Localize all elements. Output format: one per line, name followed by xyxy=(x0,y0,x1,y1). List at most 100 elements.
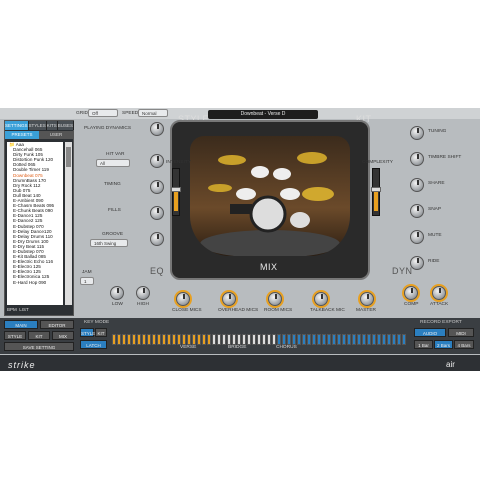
tab-kits[interactable]: KITS xyxy=(46,121,58,130)
key-style-button[interactable]: STYLE xyxy=(80,328,95,337)
key-cell[interactable] xyxy=(252,334,256,345)
key-cell[interactable] xyxy=(117,334,121,345)
key-cell[interactable] xyxy=(307,334,311,345)
key-cell[interactable] xyxy=(392,334,396,345)
mix-button[interactable]: MIX xyxy=(52,331,74,340)
grid-select[interactable]: Off xyxy=(88,109,118,117)
tom-2[interactable] xyxy=(273,168,291,180)
speed-select[interactable]: Normal xyxy=(138,109,168,117)
key-cell[interactable] xyxy=(217,334,221,345)
playing-dynamics-knob[interactable] xyxy=(150,122,164,136)
key-cell[interactable] xyxy=(152,334,156,345)
pad[interactable] xyxy=(230,204,252,214)
intensity-fader[interactable] xyxy=(171,168,181,216)
key-cell[interactable] xyxy=(132,334,136,345)
bpm-toggle[interactable]: BPM xyxy=(7,307,17,312)
style-list[interactable]: 📁 Aaa Dancehall 065 Dirty Funk 105 Distort… xyxy=(7,142,63,305)
key-cell[interactable] xyxy=(187,334,191,345)
latch-button[interactable]: LATCH xyxy=(80,340,107,349)
eq-high-knob[interactable] xyxy=(136,286,150,300)
key-cell[interactable] xyxy=(352,334,356,345)
key-cell[interactable] xyxy=(362,334,366,345)
key-cell[interactable] xyxy=(162,334,166,345)
mix-knob[interactable] xyxy=(222,292,236,306)
key-cell[interactable] xyxy=(182,334,186,345)
dyn-comp-knob[interactable] xyxy=(404,286,418,300)
key-cell[interactable] xyxy=(127,334,131,345)
right-control-knob[interactable] xyxy=(410,178,424,192)
key-cell[interactable] xyxy=(337,334,341,345)
midi-button[interactable]: MIDI xyxy=(448,328,474,337)
key-cell[interactable] xyxy=(292,334,296,345)
main-button[interactable]: MAIN xyxy=(4,320,38,329)
right-control-knob[interactable] xyxy=(410,230,424,244)
key-cell[interactable] xyxy=(267,334,271,345)
key-cell[interactable] xyxy=(112,334,116,345)
hit-var-knob[interactable] xyxy=(150,154,164,168)
dyn-attack-knob[interactable] xyxy=(432,286,446,300)
scroll-thumb[interactable] xyxy=(66,147,71,167)
key-kit-button[interactable]: KIT xyxy=(95,328,107,337)
list-scrollbar[interactable] xyxy=(65,142,72,305)
ride-cymbal[interactable] xyxy=(302,187,334,201)
right-control-knob[interactable] xyxy=(410,152,424,166)
key-cell[interactable] xyxy=(262,334,266,345)
key-cell[interactable] xyxy=(387,334,391,345)
groove-select[interactable]: 16th Swing xyxy=(90,239,128,247)
key-cell[interactable] xyxy=(377,334,381,345)
eq-low-knob[interactable] xyxy=(110,286,124,300)
key-cell[interactable] xyxy=(222,334,226,345)
key-cell[interactable] xyxy=(257,334,261,345)
key-cell[interactable] xyxy=(167,334,171,345)
key-cell[interactable] xyxy=(397,334,401,345)
key-cell[interactable] xyxy=(282,334,286,345)
preset-title[interactable]: Downbeat - Verse D xyxy=(208,110,318,119)
key-cell[interactable] xyxy=(367,334,371,345)
right-control-knob[interactable] xyxy=(410,204,424,218)
key-cell[interactable] xyxy=(147,334,151,345)
tab-presets[interactable]: PRESETS xyxy=(5,131,39,139)
key-cell[interactable] xyxy=(137,334,141,345)
key-cell[interactable] xyxy=(157,334,161,345)
key-cell[interactable] xyxy=(332,334,336,345)
tab-settings[interactable]: SETTINGS xyxy=(5,121,29,130)
key-cell[interactable] xyxy=(372,334,376,345)
timing-knob[interactable] xyxy=(150,180,164,194)
bar-1-button[interactable]: 1 Bar xyxy=(414,340,433,349)
key-cell[interactable] xyxy=(302,334,306,345)
jam-select[interactable]: 1 xyxy=(80,277,94,285)
key-cell[interactable] xyxy=(227,334,231,345)
groove-knob[interactable] xyxy=(150,232,164,246)
mix-knob[interactable] xyxy=(360,292,374,306)
key-cell[interactable] xyxy=(347,334,351,345)
key-cell[interactable] xyxy=(317,334,321,345)
tab-user[interactable]: USER xyxy=(39,131,73,139)
key-cell[interactable] xyxy=(312,334,316,345)
bar-2-button[interactable]: 2 Bars xyxy=(434,340,453,349)
mix-knob[interactable] xyxy=(268,292,282,306)
key-cell[interactable] xyxy=(232,334,236,345)
key-cell[interactable] xyxy=(122,334,126,345)
key-cell[interactable] xyxy=(142,334,146,345)
key-pattern-strip[interactable] xyxy=(112,320,410,352)
save-setting-button[interactable]: SAVE SETTING xyxy=(4,342,74,351)
key-cell[interactable] xyxy=(382,334,386,345)
key-cell[interactable] xyxy=(192,334,196,345)
key-cell[interactable] xyxy=(237,334,241,345)
tab-styles[interactable]: STYLES xyxy=(28,121,47,130)
key-cell[interactable] xyxy=(357,334,361,345)
list-toggle[interactable]: LIST xyxy=(19,307,29,312)
key-cell[interactable] xyxy=(402,334,406,345)
key-cell[interactable] xyxy=(207,334,211,345)
mix-knob[interactable] xyxy=(314,292,328,306)
floor-tom[interactable] xyxy=(280,188,300,200)
key-cell[interactable] xyxy=(212,334,216,345)
list-item[interactable]: E-Hard Hop 090 xyxy=(7,280,63,285)
tom-1[interactable] xyxy=(251,166,269,178)
floor-tom-2[interactable] xyxy=(290,212,310,228)
audio-button[interactable]: AUDIO xyxy=(414,328,446,337)
right-control-knob[interactable] xyxy=(410,126,424,140)
key-cell[interactable] xyxy=(247,334,251,345)
key-cell[interactable] xyxy=(177,334,181,345)
hit-var-select[interactable]: All xyxy=(96,159,130,167)
